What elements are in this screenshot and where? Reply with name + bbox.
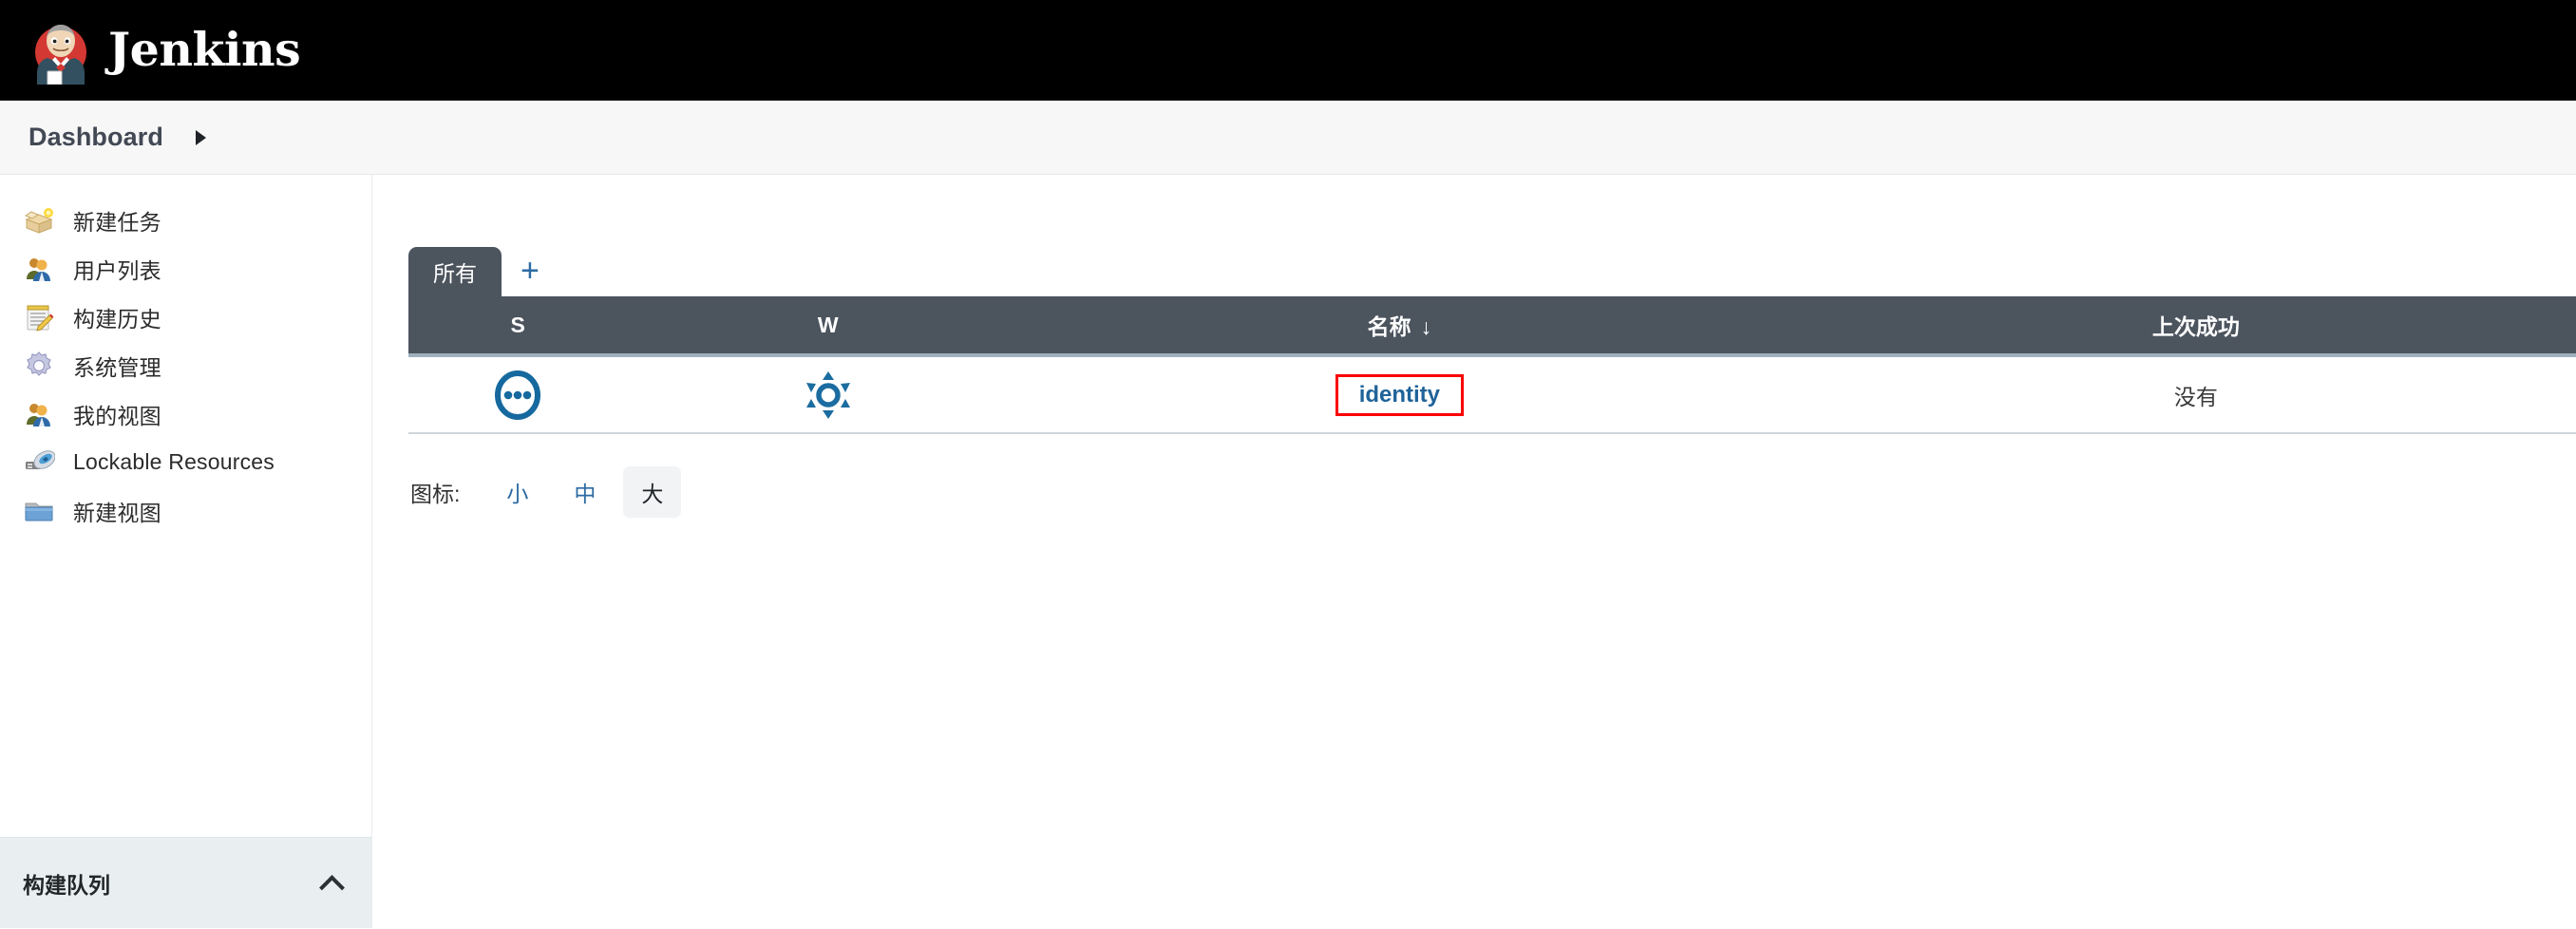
jobs-table-header: S W 名称 ↓ 上次成功: [408, 296, 2576, 357]
jobs-table-body: identity 没有: [408, 355, 2576, 434]
sidebar-item-my-views[interactable]: 我的视图: [0, 389, 371, 438]
cell-name: identity: [1028, 355, 1771, 434]
icon-size-selector: 图标: 小 中 大: [408, 466, 2576, 518]
sidebar-item-label: 新建视图: [73, 500, 161, 525]
job-link-identity[interactable]: identity: [1335, 373, 1465, 416]
sidebar-item-label: 新建任务: [73, 209, 161, 235]
sidebar: 新建任务 用户列表 构建历史 系统管理 我的视图 Lockable Resour…: [0, 175, 372, 928]
sidebar-item-label: 构建历史: [73, 306, 161, 332]
main-inner: 所有 + S W 名称 ↓ 上次成功 identity 没有 图标: 小 中 大: [372, 175, 2576, 518]
sidebar-item-lockable-resources[interactable]: Lockable Resources: [0, 438, 371, 486]
sidebar-item-label: 用户列表: [73, 257, 161, 283]
main-content: 所有 + S W 名称 ↓ 上次成功 identity 没有 图标: 小 中 大: [372, 175, 2576, 928]
icon-size-small[interactable]: 小: [488, 466, 546, 518]
breadcrumb: Dashboard: [0, 101, 2576, 175]
column-header-name[interactable]: 名称 ↓: [1028, 296, 1771, 357]
gear-icon: [23, 350, 55, 382]
build-queue-title: 构建队列: [23, 872, 110, 898]
job-name-highlight: identity: [1029, 373, 1771, 416]
status-pending-dots-icon[interactable]: [408, 370, 627, 421]
last-success-value: 没有: [2173, 384, 2218, 409]
column-label: 名称: [1367, 314, 1411, 339]
jobs-table: S W 名称 ↓ 上次成功 identity 没有: [408, 296, 2576, 434]
column-header-status[interactable]: S: [408, 296, 628, 357]
column-label: 上次成功: [2151, 314, 2240, 339]
add-view-button[interactable]: +: [502, 255, 559, 287]
sidebar-task-list: 新建任务 用户列表 构建历史 系统管理 我的视图 Lockable Resour…: [0, 175, 371, 535]
build-queue-section[interactable]: 构建队列: [0, 837, 371, 928]
page-body: 新建任务 用户列表 构建历史 系统管理 我的视图 Lockable Resour…: [0, 175, 2576, 928]
folder-icon: [23, 495, 55, 527]
sidebar-item-manage-jenkins[interactable]: 系统管理: [0, 341, 371, 389]
column-header-weather[interactable]: W: [627, 296, 1029, 357]
icon-size-large[interactable]: 大: [623, 466, 682, 518]
cell-weather: [627, 355, 1029, 434]
new-job-box-icon: [23, 204, 55, 237]
icon-size-label: 图标:: [410, 482, 461, 506]
chevron-up-icon[interactable]: [320, 871, 345, 896]
sidebar-item-label: Lockable Resources: [73, 449, 275, 474]
view-tab-bar: 所有 +: [408, 243, 2576, 296]
users-icon: [23, 253, 55, 285]
masthead: Jenkins: [0, 0, 2576, 101]
jenkins-butler-icon[interactable]: [27, 16, 95, 85]
sidebar-item-build-history[interactable]: 构建历史: [0, 293, 371, 341]
weather-sunny-icon[interactable]: [627, 370, 1028, 421]
caret-right-icon[interactable]: [195, 129, 206, 145]
sidebar-item-label: 系统管理: [73, 354, 161, 380]
column-label: W: [817, 312, 839, 337]
build-history-notepad-icon: [23, 301, 55, 333]
sidebar-item-new-view[interactable]: 新建视图: [0, 486, 371, 535]
column-header-last-success[interactable]: 上次成功: [1770, 296, 2576, 357]
breadcrumb-item-dashboard[interactable]: Dashboard: [28, 123, 163, 152]
cell-last-success: 没有: [1770, 355, 2576, 434]
icon-size-medium[interactable]: 中: [556, 466, 614, 518]
table-row: identity 没有: [408, 355, 2576, 434]
app-title: Jenkins: [108, 22, 301, 77]
column-label: S: [510, 312, 525, 337]
table-header-row: S W 名称 ↓ 上次成功: [408, 296, 2576, 357]
my-views-people-icon: [23, 398, 55, 430]
sidebar-item-label: 我的视图: [73, 403, 161, 428]
cell-status: [408, 355, 628, 434]
tab-all[interactable]: 所有: [408, 247, 502, 296]
sort-descending-icon: ↓: [1420, 314, 1432, 339]
sidebar-item-users[interactable]: 用户列表: [0, 244, 371, 293]
usb-device-icon: [23, 446, 56, 479]
sidebar-item-new-job[interactable]: 新建任务: [0, 196, 371, 244]
